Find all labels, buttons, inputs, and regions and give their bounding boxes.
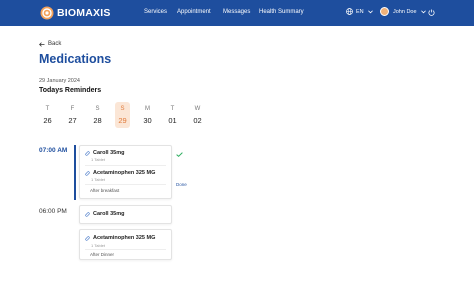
- chevron-down-icon: [367, 9, 373, 13]
- active-time-indicator: [74, 145, 76, 200]
- medication-name: Acetaminophen 325 MG: [93, 170, 156, 176]
- divider: [85, 165, 166, 166]
- back-link[interactable]: Back: [39, 41, 61, 47]
- nav-health-summary[interactable]: Health Summary: [259, 9, 304, 15]
- done-button[interactable]: Done: [176, 182, 187, 187]
- top-nav: BIOMAXIS Services Appointment Messages H…: [0, 0, 474, 26]
- arrow-left-icon: [39, 41, 45, 47]
- globe-icon: [346, 8, 353, 15]
- medication-instruction: After Dinner: [90, 252, 115, 257]
- day-label: S: [120, 106, 125, 112]
- day-label: W: [194, 106, 201, 112]
- language-selector[interactable]: EN: [346, 8, 373, 15]
- medication-item: Caroll 35mg: [85, 211, 124, 217]
- medication-group-card[interactable]: Caroll 35mg 1 Tablet Acetaminophen 325 M…: [79, 145, 172, 199]
- brand-name: BIOMAXIS: [57, 7, 111, 19]
- medication-name: Acetaminophen 325 MG: [93, 235, 156, 241]
- brand-logo-icon: [40, 6, 54, 20]
- day-number: 02: [193, 116, 202, 125]
- avatar: [380, 7, 389, 16]
- medication-name: Caroll 35mg: [93, 211, 125, 217]
- brand-logo[interactable]: BIOMAXIS: [40, 6, 111, 20]
- chevron-down-icon: [420, 9, 426, 13]
- back-label: Back: [48, 41, 62, 47]
- day-selector[interactable]: W 02: [190, 102, 205, 128]
- day-label: M: [145, 106, 150, 112]
- medication-card[interactable]: Acetaminophen 325 MG 1 Tablet After Dinn…: [79, 229, 172, 260]
- time-slot-label: 06:00 PM: [39, 208, 67, 215]
- current-date: 29 January 2024: [39, 78, 80, 84]
- nav-appointment[interactable]: Appointment: [177, 9, 211, 15]
- logout-icon[interactable]: [428, 9, 435, 16]
- page-title: Medications: [39, 52, 112, 66]
- pill-icon: [85, 170, 90, 176]
- day-label: S: [95, 106, 100, 112]
- time-slot-label: 07:00 AM: [39, 147, 68, 154]
- section-title: Todays Reminders: [39, 87, 102, 94]
- day-label: T: [170, 106, 175, 112]
- medication-dosage: 1 Tablet: [91, 243, 105, 248]
- day-number: 01: [168, 116, 177, 125]
- medication-item: Acetaminophen 325 MG: [85, 170, 155, 176]
- day-selector[interactable]: T 26: [40, 102, 55, 128]
- medication-dosage: 1 Tablet: [91, 177, 105, 182]
- medication-item: Caroll 35mg: [85, 150, 124, 156]
- pill-icon: [85, 235, 90, 241]
- user-name: John Doe: [393, 8, 417, 15]
- day-number: 26: [43, 116, 52, 125]
- day-selector[interactable]: M 30: [140, 102, 155, 128]
- medication-name: Caroll 35mg: [93, 150, 125, 156]
- divider: [85, 184, 166, 185]
- pill-icon: [85, 211, 90, 217]
- medication-dosage: 1 Tablet: [91, 157, 105, 162]
- day-label: T: [45, 106, 50, 112]
- day-number: 30: [143, 116, 152, 125]
- day-number: 29: [118, 116, 127, 125]
- day-number: 28: [93, 116, 102, 125]
- day-selector[interactable]: S 28: [90, 102, 105, 128]
- day-selector[interactable]: T 01: [165, 102, 180, 128]
- user-menu[interactable]: John Doe: [380, 7, 426, 16]
- check-icon: [176, 152, 183, 157]
- day-label: F: [70, 106, 75, 112]
- pill-icon: [85, 150, 90, 156]
- day-selector-selected[interactable]: S 29: [115, 102, 130, 128]
- nav-services[interactable]: Services: [144, 9, 167, 15]
- day-number: 27: [68, 116, 77, 125]
- divider: [85, 249, 166, 250]
- language-code: EN: [356, 8, 364, 15]
- medication-item: Acetaminophen 325 MG: [85, 235, 155, 241]
- day-selector[interactable]: F 27: [65, 102, 80, 128]
- nav-messages[interactable]: Messages: [223, 9, 250, 15]
- medication-card[interactable]: Caroll 35mg: [79, 205, 172, 224]
- medication-instruction: After breakfast: [90, 188, 120, 193]
